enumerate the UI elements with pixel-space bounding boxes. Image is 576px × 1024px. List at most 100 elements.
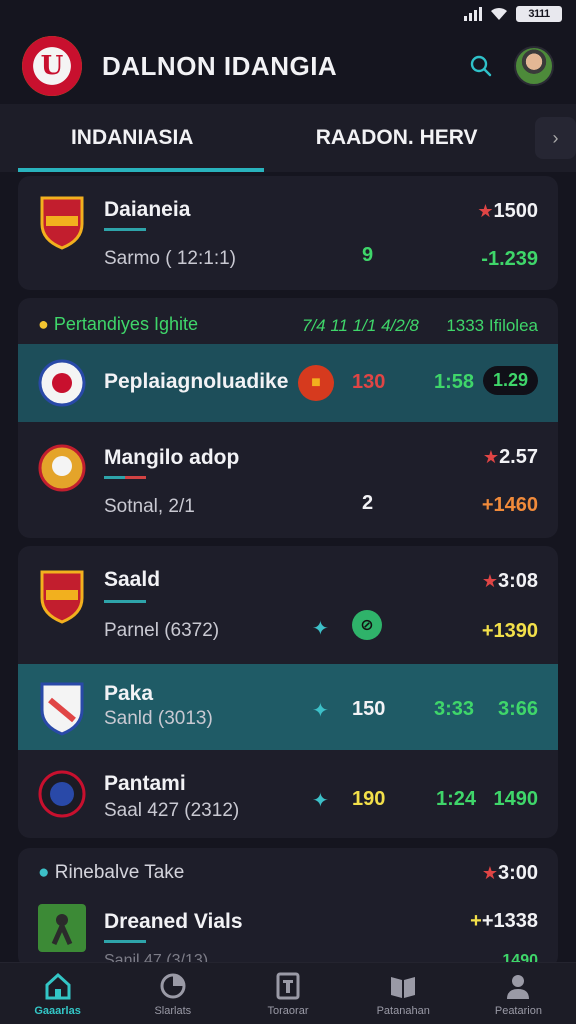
- odds-bottom: +1460: [481, 494, 538, 516]
- nav-item-profile[interactable]: Peatarion: [461, 963, 576, 1024]
- star-icon: ★: [481, 863, 498, 883]
- app-logo[interactable]: U: [22, 36, 82, 96]
- team-subtitle: Sanld (3013): [104, 708, 213, 729]
- team-crest-icon: [38, 444, 86, 492]
- team-crest-icon: [38, 770, 86, 818]
- odds-value: 3:66: [497, 698, 538, 720]
- team-name: Mangilo adop: [104, 446, 240, 469]
- odds-value: ++1338: [470, 910, 538, 932]
- item-name: Dreaned Vials: [104, 910, 243, 933]
- status-bar: 3111: [0, 0, 576, 28]
- score-value: 2: [362, 492, 374, 514]
- nav-item-stats[interactable]: Slarlats: [115, 963, 230, 1024]
- team-subtitle: Saal 427 (2312): [104, 800, 240, 821]
- section-column-2: 1333 Ifilolea: [446, 316, 538, 335]
- team-crest-icon: [40, 682, 84, 736]
- nav-label: Toraorar: [267, 1004, 309, 1017]
- search-button[interactable]: [464, 49, 498, 83]
- odds-value-text: +1338: [481, 910, 538, 932]
- player-thumbnail: [38, 904, 86, 952]
- avatar[interactable]: [514, 46, 554, 86]
- tab-bar: INDANIASIA RAADON. HERV ›: [0, 104, 576, 172]
- section-header: ● Pertandiyes Ighite: [38, 314, 198, 335]
- matches-card: Saald Parnel (6372) ✦ ⊘ ★3:08 +1390 Paka…: [18, 546, 558, 838]
- odds-top: ★3:08: [482, 570, 538, 593]
- section-card: ● Pertandiyes Ighite 7/4 11 1/1 4/2/8 13…: [18, 298, 558, 538]
- chevron-right-icon: ›: [552, 127, 559, 148]
- team-subtitle: Sarmo ( 12:1:1): [104, 248, 236, 269]
- nav-label: Patanahan: [376, 1004, 430, 1017]
- match-row[interactable]: Pantami Saal 427 (2312) ✦ 190 1:24 1490: [18, 750, 558, 838]
- nav-item-home[interactable]: Gaaarlas: [0, 963, 115, 1024]
- star-icon: ★: [477, 201, 494, 221]
- odds-top: ★3:00: [482, 862, 538, 885]
- tab-label: INDANIASIA: [70, 126, 194, 149]
- odds-top: ★1500: [477, 200, 538, 223]
- odds-value: 1490: [493, 788, 539, 810]
- team-name: Paka: [104, 682, 154, 705]
- team-subtitle: Sotnal, 2/1: [104, 496, 195, 517]
- odds-top: ★2.57: [483, 446, 538, 469]
- wifi-icon: [491, 7, 507, 20]
- team-name: Saald: [104, 568, 161, 591]
- nav-label: Peatarion: [494, 1004, 542, 1017]
- star-icon: ★: [482, 447, 500, 467]
- nav-label: Slarlats: [154, 1004, 192, 1017]
- team-name: Daianeia: [104, 198, 191, 221]
- match-row[interactable]: Mangilo adop Sotnal, 2/1 2 ★2.57 +1460: [18, 422, 558, 538]
- pin-icon: ✦: [312, 618, 329, 640]
- divider: [104, 228, 146, 231]
- live-icon: ●: [38, 862, 50, 883]
- nav-item-tournaments[interactable]: Toraorar: [230, 963, 345, 1024]
- section-title: Pertandiyes Ighite: [53, 314, 198, 334]
- app-header: U DALNON IDANGIA: [0, 28, 576, 104]
- section-header: ● Rinebalve Take: [38, 862, 184, 884]
- team-name: Peplaiagnoluadike: [104, 370, 289, 393]
- section-column-1: 7/4 11 1/1 4/2/8: [302, 316, 419, 335]
- tab-indaniasia[interactable]: INDANIASIA: [0, 104, 265, 172]
- club-badge-icon: ■: [298, 365, 334, 401]
- divider: [104, 476, 146, 479]
- team-crest-icon: [40, 570, 84, 624]
- time-value: 1:58: [434, 371, 475, 393]
- tab-scroll-button[interactable]: ›: [534, 117, 576, 159]
- pin-icon: ✦: [312, 790, 329, 812]
- star-icon: ★: [481, 571, 498, 591]
- score-value: 9: [362, 244, 374, 266]
- live-card[interactable]: ● Rinebalve Take ★3:00 Dreaned Vials ++1…: [18, 848, 558, 968]
- logo-letter: U: [40, 51, 64, 81]
- divider: [104, 940, 146, 943]
- section-title: Rinebalve Take: [54, 862, 185, 883]
- nav-item-guide[interactable]: Patanahan: [346, 963, 461, 1024]
- match-card[interactable]: Daianeia Sarmo ( 12:1:1) 9 ★1500 -1.239: [18, 176, 558, 290]
- tab-label: RAADON. HERV: [315, 126, 478, 149]
- search-icon: [470, 55, 492, 77]
- odds-pill[interactable]: 1.29: [482, 366, 538, 395]
- match-row-highlighted[interactable]: Paka Sanld (3013) ✦ 150 3:33 3:66: [18, 664, 558, 750]
- tablet-icon: [276, 972, 300, 999]
- score-value: 190: [352, 788, 386, 810]
- battery-icon: 3111: [516, 6, 562, 22]
- odds-top-value: 1500: [493, 200, 539, 222]
- team-crest-icon: [40, 196, 84, 250]
- shield-icon: ●: [38, 314, 49, 334]
- tab-raadon[interactable]: RAADON. HERV: [264, 104, 528, 172]
- time-value: 3:33: [434, 698, 475, 720]
- match-row[interactable]: Saald Parnel (6372) ✦ ⊘ ★3:08 +1390: [18, 546, 558, 664]
- score-value: 150: [352, 698, 386, 720]
- divider: [104, 600, 146, 603]
- pin-icon: ✦: [312, 700, 329, 722]
- odds-bottom: -1.239: [481, 248, 538, 270]
- nav-label: Gaaarlas: [34, 1004, 81, 1017]
- match-row-highlighted[interactable]: Peplaiagnoluadike ■ 130 1:58 1.29: [18, 344, 558, 422]
- team-subtitle: Parnel (6372): [104, 620, 220, 641]
- odds-top-value: 3:08: [497, 570, 538, 592]
- team-crest-icon: [38, 359, 86, 407]
- home-icon: [45, 972, 71, 999]
- team-name: Pantami: [104, 772, 186, 795]
- book-icon: [391, 976, 416, 998]
- score-value: 130: [352, 371, 386, 393]
- odds-top-value: 2.57: [499, 446, 538, 468]
- odds-top-value: 3:00: [497, 862, 538, 884]
- bottom-nav: Gaaarlas Slarlats Toraorar Patanahan Pea…: [0, 962, 576, 1024]
